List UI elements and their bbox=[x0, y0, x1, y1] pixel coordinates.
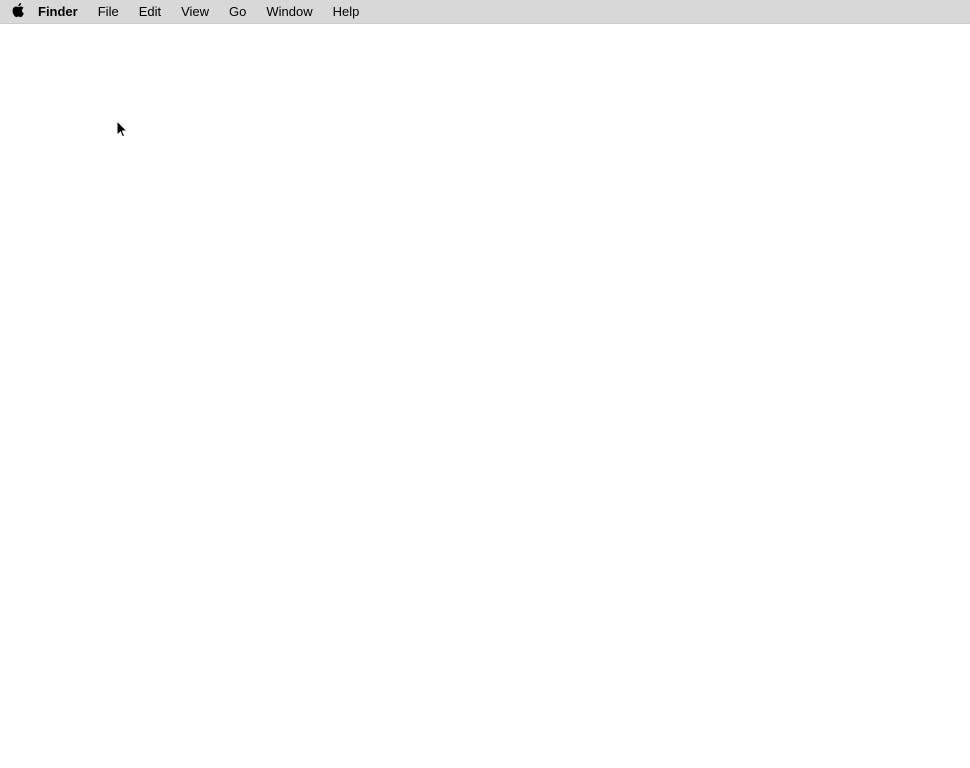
menu-edit[interactable]: Edit bbox=[129, 0, 171, 24]
apple-menu[interactable] bbox=[8, 0, 28, 24]
mouse-cursor-icon bbox=[117, 121, 129, 139]
menu-window-label: Window bbox=[266, 4, 312, 19]
app-name-label: Finder bbox=[38, 4, 78, 19]
menu-window[interactable]: Window bbox=[256, 0, 322, 24]
apple-logo-icon bbox=[11, 3, 25, 20]
menu-go-label: Go bbox=[229, 4, 246, 19]
menu-view-label: View bbox=[181, 4, 209, 19]
desktop[interactable] bbox=[0, 24, 970, 768]
menu-help-label: Help bbox=[333, 4, 360, 19]
app-name-menu[interactable]: Finder bbox=[28, 0, 88, 24]
menu-go[interactable]: Go bbox=[219, 0, 256, 24]
menu-file[interactable]: File bbox=[88, 0, 129, 24]
menubar: Finder File Edit View Go Window Help bbox=[0, 0, 970, 24]
menu-help[interactable]: Help bbox=[323, 0, 370, 24]
menu-edit-label: Edit bbox=[139, 4, 161, 19]
menu-view[interactable]: View bbox=[171, 0, 219, 24]
menu-file-label: File bbox=[98, 4, 119, 19]
